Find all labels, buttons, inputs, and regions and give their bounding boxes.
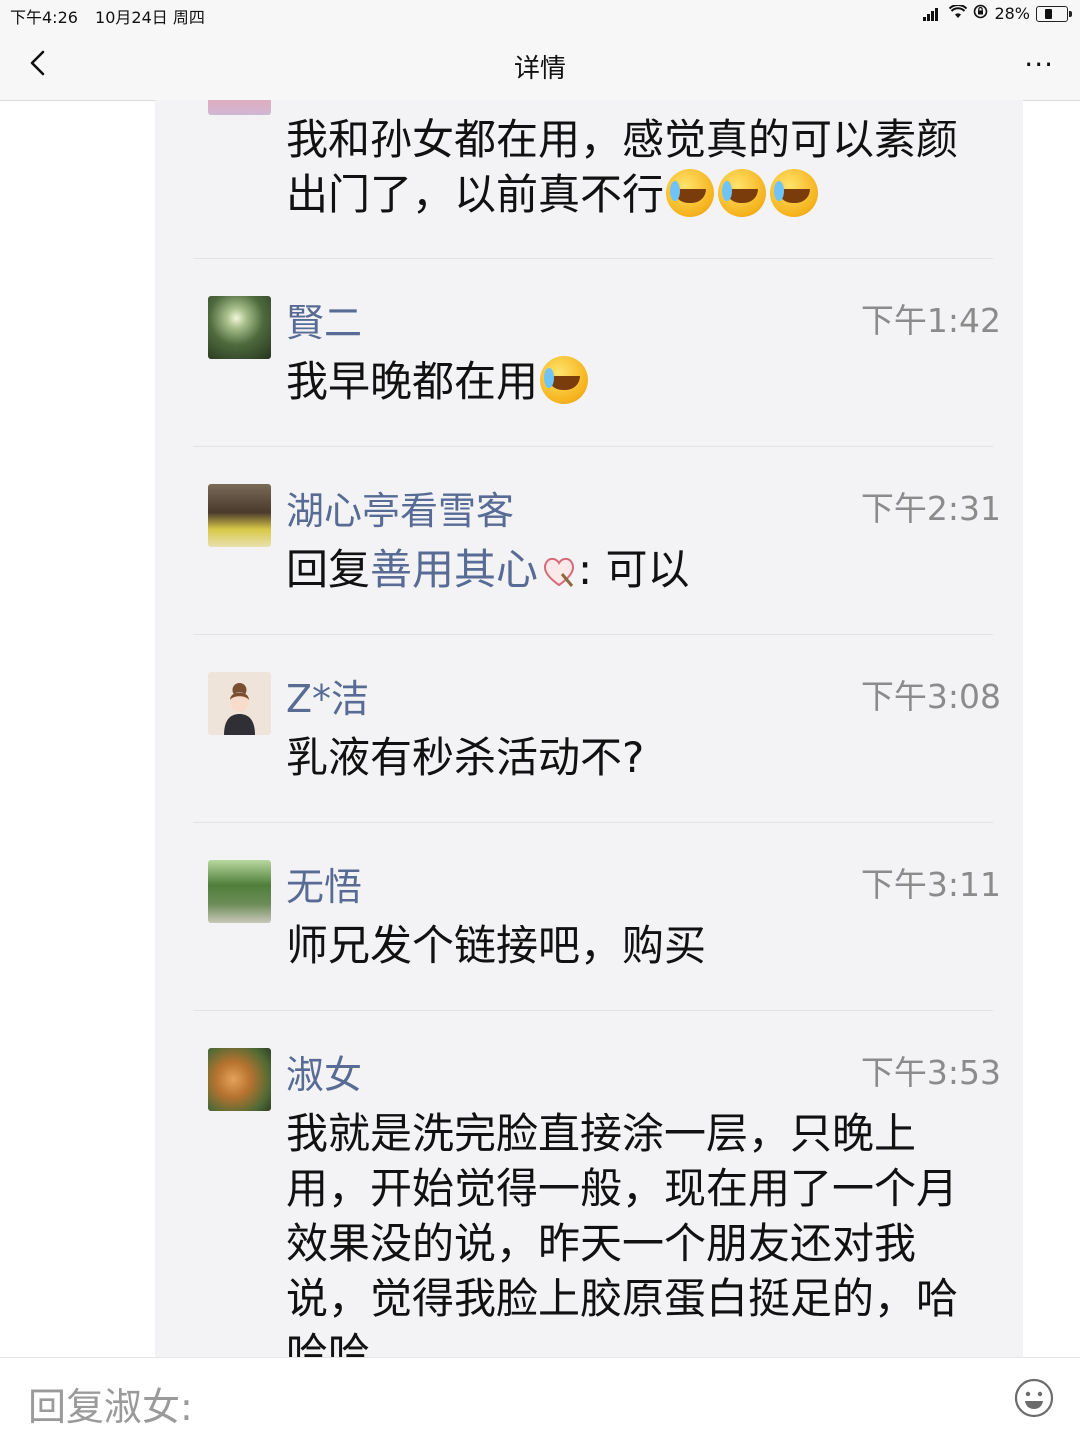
comment-text: 我就是洗完脸直接涂一层，只晚上用，开始觉得一般，现在用了一个月效果没的说，昨天一… [286,1109,959,1357]
avatar[interactable] [208,672,271,735]
comment-text: 乳液有秒杀活动不? [286,733,645,782]
comment-author[interactable]: 无悟 [286,856,362,911]
nav-bar: 详情 ··· [0,28,1080,101]
comment-item: Z*洁 下午3:08 乳液有秒杀活动不? [155,635,1023,823]
status-right: 28% [917,4,1072,23]
heart-emoji-icon [543,557,575,587]
signal-icon [923,7,939,21]
orientation-lock-icon [973,4,988,23]
comment-time: 下午3:11 [860,865,1001,904]
crying-laughing-emoji-icon [540,356,589,404]
reply-input[interactable]: 回复淑女: [28,1376,193,1431]
comment-author[interactable]: 湖心亭看雪客 [286,480,514,535]
comment-item: 淑女 下午3:53 我就是洗完脸直接涂一层，只晚上用，开始觉得一般，现在用了一个… [155,1011,1023,1357]
comment-time: 下午3:08 [860,677,1001,716]
comment-panel[interactable]: 我和孙女都在用，感觉真的可以素颜出门了，以前真不行 賢二 下午1:42 我早晚都… [155,100,1023,1357]
comment-item: 无悟 下午3:11 师兄发个链接吧，购买 [155,823,1023,1011]
crying-laughing-emoji-icon [770,169,819,217]
reply-input-bar[interactable]: 回复淑女: [0,1357,1080,1440]
wifi-icon [949,4,968,23]
comment-time: 下午2:31 [860,489,1001,528]
cartoon-girl-avatar-icon [224,683,255,735]
comment-text: 师兄发个链接吧，购买 [286,921,707,970]
avatar[interactable] [208,860,271,923]
comment-item: 湖心亭看雪客 下午2:31 回复善用其心: 可以 [155,447,1023,635]
battery-percent: 28% [994,4,1030,23]
avatar[interactable] [208,1048,271,1111]
status-bar: 下午4:26 10月24日 周四 28% [0,0,1080,28]
status-left: 下午4:26 10月24日 周四 [10,4,217,28]
status-time: 下午4:26 [10,8,78,27]
battery-icon [1036,5,1072,22]
comment-item: 我和孙女都在用，感觉真的可以素颜出门了，以前真不行 [155,100,1023,259]
page-title: 详情 [513,54,566,84]
comment-item: 賢二 下午1:42 我早晚都在用 [155,259,1023,447]
emoji-picker-icon[interactable] [1014,1378,1054,1418]
comment-text: 回复善用其心: 可以 [286,545,690,594]
avatar[interactable] [208,100,271,115]
avatar[interactable] [208,296,271,359]
page: 下午4:26 10月24日 周四 28% 详情 ··· 我和孙女都在用，感觉真的… [0,0,1080,1440]
crying-laughing-emoji-icon [718,169,767,217]
comment-author[interactable]: 淑女 [286,1044,362,1099]
comment-text: 我早晚都在用 [286,354,986,409]
comment-author[interactable]: 賢二 [286,292,362,347]
comment-author[interactable]: Z*洁 [286,668,369,723]
more-options-icon[interactable]: ··· [1024,48,1054,81]
comment-time: 下午3:53 [860,1053,1001,1092]
battery-fill [1045,8,1052,19]
status-date: 10月24日 周四 [95,8,205,27]
reply-mention[interactable]: 善用其心 [370,545,538,594]
crying-laughing-emoji-icon [666,169,715,217]
avatar[interactable] [208,484,271,547]
comment-time: 下午1:42 [860,301,1001,340]
comment-text: 我和孙女都在用，感觉真的可以素颜出门了，以前真不行 [286,115,959,219]
